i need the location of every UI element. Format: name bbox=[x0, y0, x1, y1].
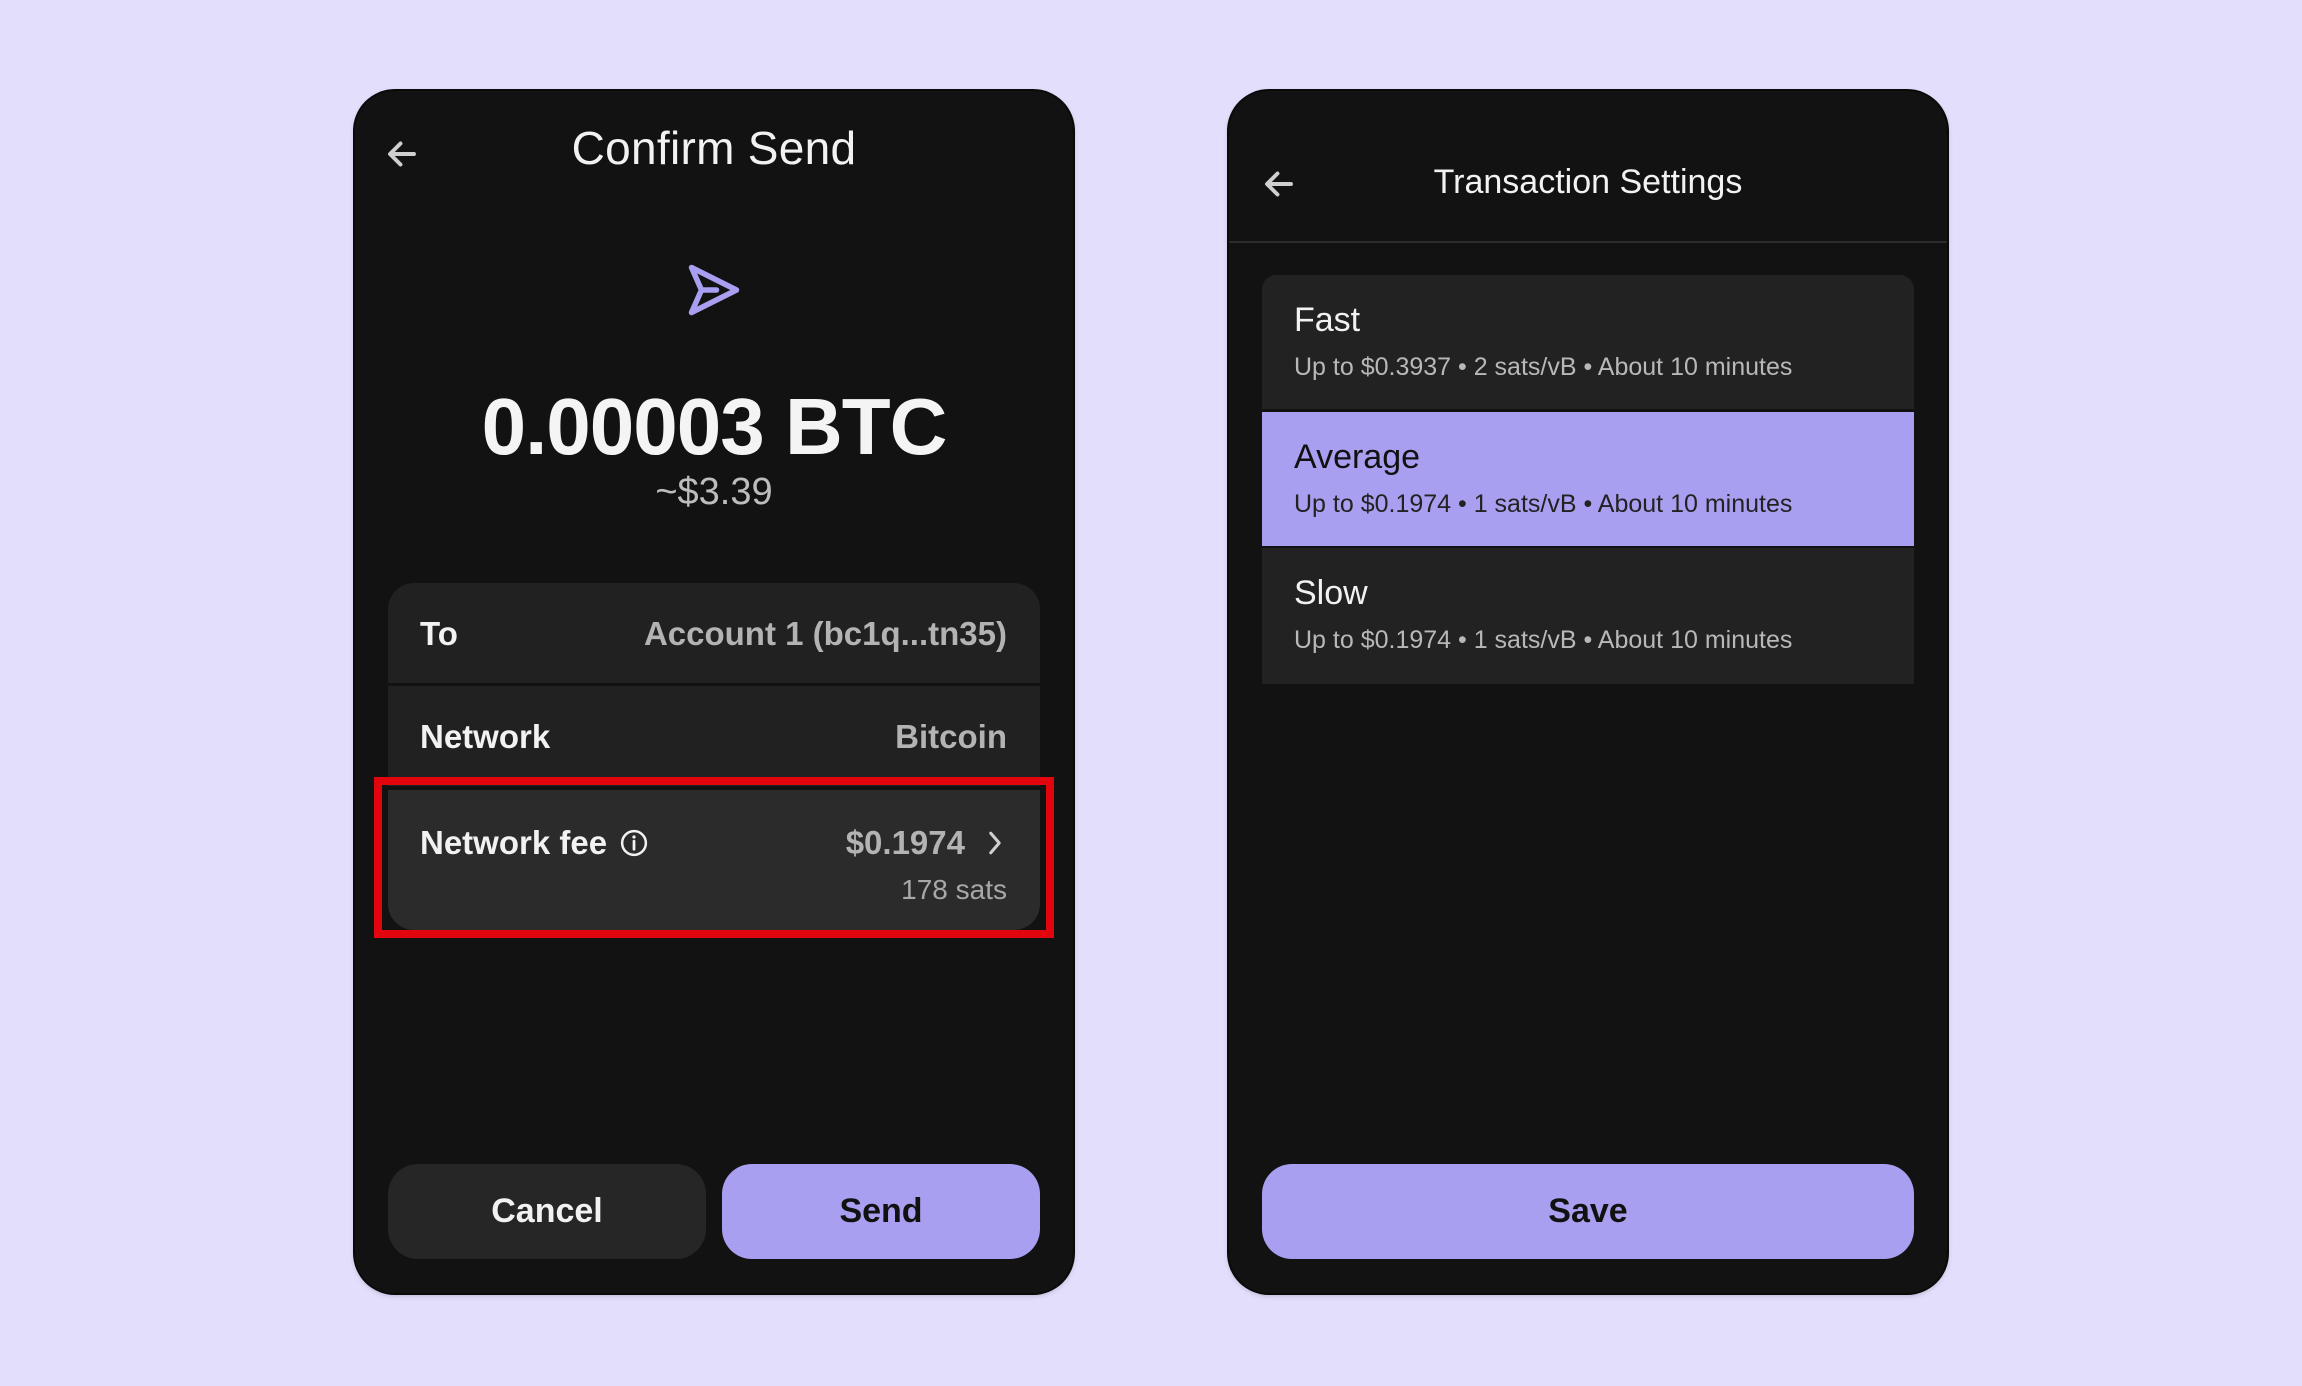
send-amount: 0.00003 BTC bbox=[481, 382, 948, 471]
fee-option-average[interactable]: Average Up to $0.1974 • 1 sats/vB • Abou… bbox=[1262, 412, 1914, 546]
fee-option-slow[interactable]: Slow Up to $0.1974 • 1 sats/vB • About 1… bbox=[1262, 548, 1914, 684]
fee-option-name: Slow bbox=[1294, 574, 1368, 612]
fee-option-name: Average bbox=[1294, 438, 1421, 476]
network-label: Network bbox=[420, 718, 551, 755]
fee-option-description: Up to $0.1974 • 1 sats/vB • About 10 min… bbox=[1294, 490, 1793, 518]
save-button[interactable]: Save bbox=[1262, 1164, 1914, 1259]
network-fee-value-group[interactable]: $0.1974 bbox=[846, 824, 1007, 862]
confirm-send-screen: Confirm Send 0.00003 BTC ~$3.39 To Accou… bbox=[355, 91, 1073, 1293]
fee-option-description: Up to $0.3937 • 2 sats/vB • About 10 min… bbox=[1294, 353, 1793, 381]
fee-option-name: Fast bbox=[1294, 301, 1361, 339]
network-fee-row[interactable]: Network fee $0.1974 178 sats bbox=[388, 790, 1040, 930]
network-fee-label: Network fee bbox=[420, 824, 608, 861]
network-fee-sats: 178 sats bbox=[901, 874, 1007, 905]
fee-option-description: Up to $0.1974 • 1 sats/vB • About 10 min… bbox=[1294, 626, 1793, 654]
info-icon[interactable] bbox=[619, 828, 649, 858]
fiat-amount: ~$3.39 bbox=[655, 471, 773, 513]
to-row: To Account 1 (bc1q...tn35) bbox=[388, 583, 1040, 683]
to-label: To bbox=[420, 615, 458, 652]
chevron-right-icon bbox=[989, 831, 1001, 855]
transaction-settings-screen: Transaction Settings Fast Up to $0.3937 … bbox=[1229, 91, 1947, 1293]
cancel-button[interactable]: Cancel bbox=[388, 1164, 706, 1259]
network-value: Bitcoin bbox=[895, 718, 1007, 755]
send-arrow-icon bbox=[688, 264, 740, 316]
header-divider bbox=[1229, 241, 1947, 243]
network-fee-label-group: Network fee bbox=[420, 824, 649, 862]
to-value: Account 1 (bc1q...tn35) bbox=[643, 615, 1007, 652]
fee-option-fast[interactable]: Fast Up to $0.3937 • 2 sats/vB • About 1… bbox=[1262, 275, 1914, 409]
network-row: Network Bitcoin bbox=[388, 686, 1040, 786]
page-title: Transaction Settings bbox=[1433, 163, 1743, 201]
send-button[interactable]: Send bbox=[722, 1164, 1040, 1259]
page-title: Confirm Send bbox=[571, 122, 857, 174]
network-fee-value: $0.1974 bbox=[845, 824, 965, 861]
